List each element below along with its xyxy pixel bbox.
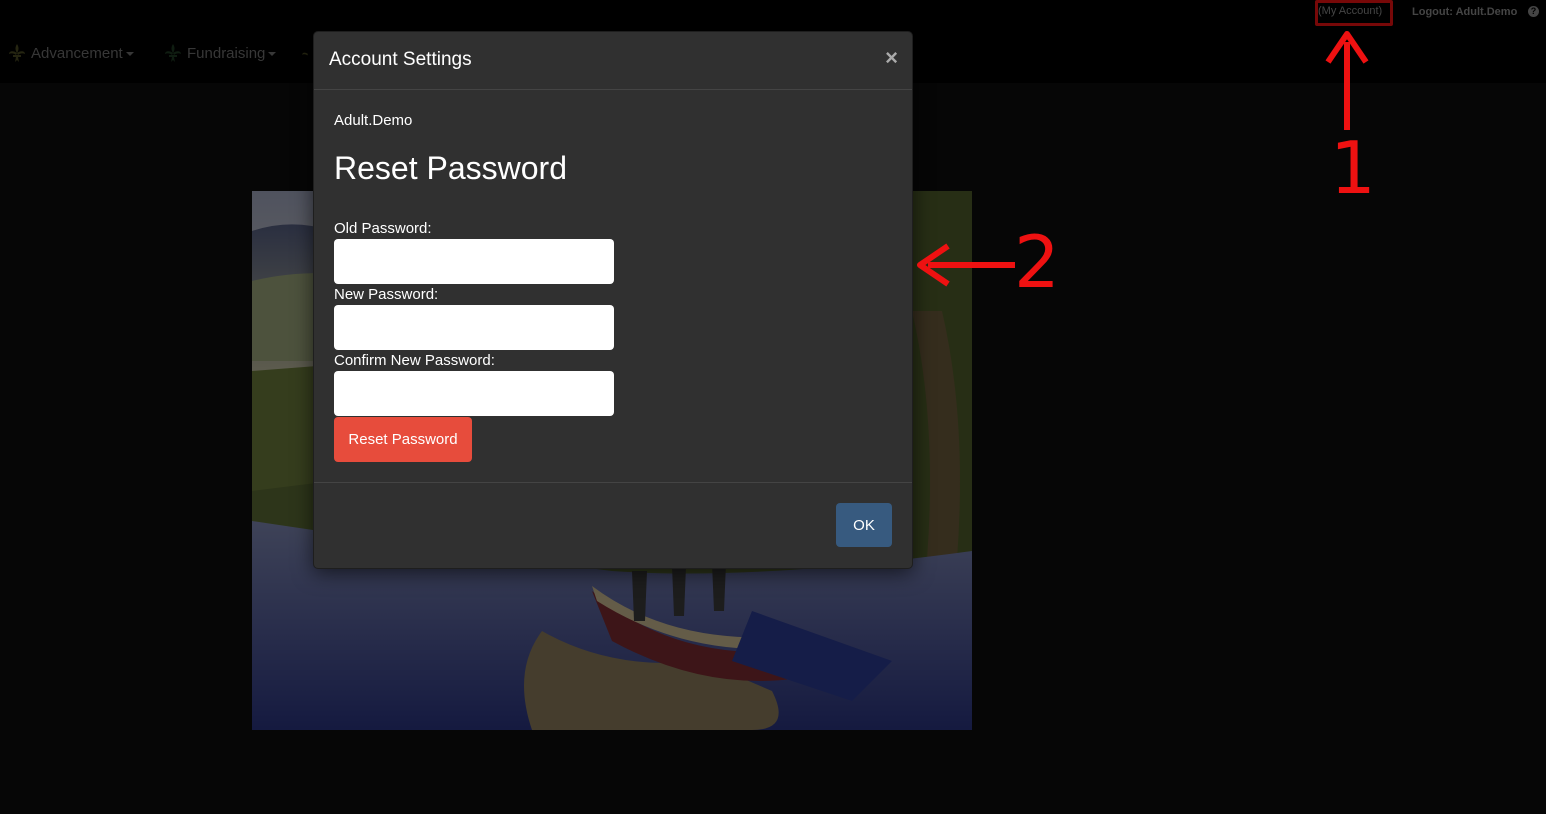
close-icon[interactable]: × xyxy=(885,45,898,71)
annotation-marker-2: 2 xyxy=(1014,220,1060,304)
account-settings-modal: Account Settings × Adult.Demo Reset Pass… xyxy=(313,31,913,569)
old-password-label: Old Password: xyxy=(334,220,432,237)
old-password-field[interactable] xyxy=(334,239,614,284)
ok-button[interactable]: OK xyxy=(836,503,892,547)
reset-password-button[interactable]: Reset Password xyxy=(334,417,472,462)
account-username: Adult.Demo xyxy=(334,112,413,129)
new-password-field[interactable] xyxy=(334,305,614,350)
annotation-marker-1: 1 xyxy=(1330,126,1376,210)
modal-footer-divider xyxy=(314,482,912,483)
confirm-password-field[interactable] xyxy=(334,371,614,416)
modal-title: Account Settings xyxy=(329,49,472,70)
reset-password-heading: Reset Password xyxy=(334,150,567,186)
new-password-label: New Password: xyxy=(334,286,439,303)
confirm-password-label: Confirm New Password: xyxy=(334,352,495,369)
modal-header: Account Settings × xyxy=(314,32,912,90)
